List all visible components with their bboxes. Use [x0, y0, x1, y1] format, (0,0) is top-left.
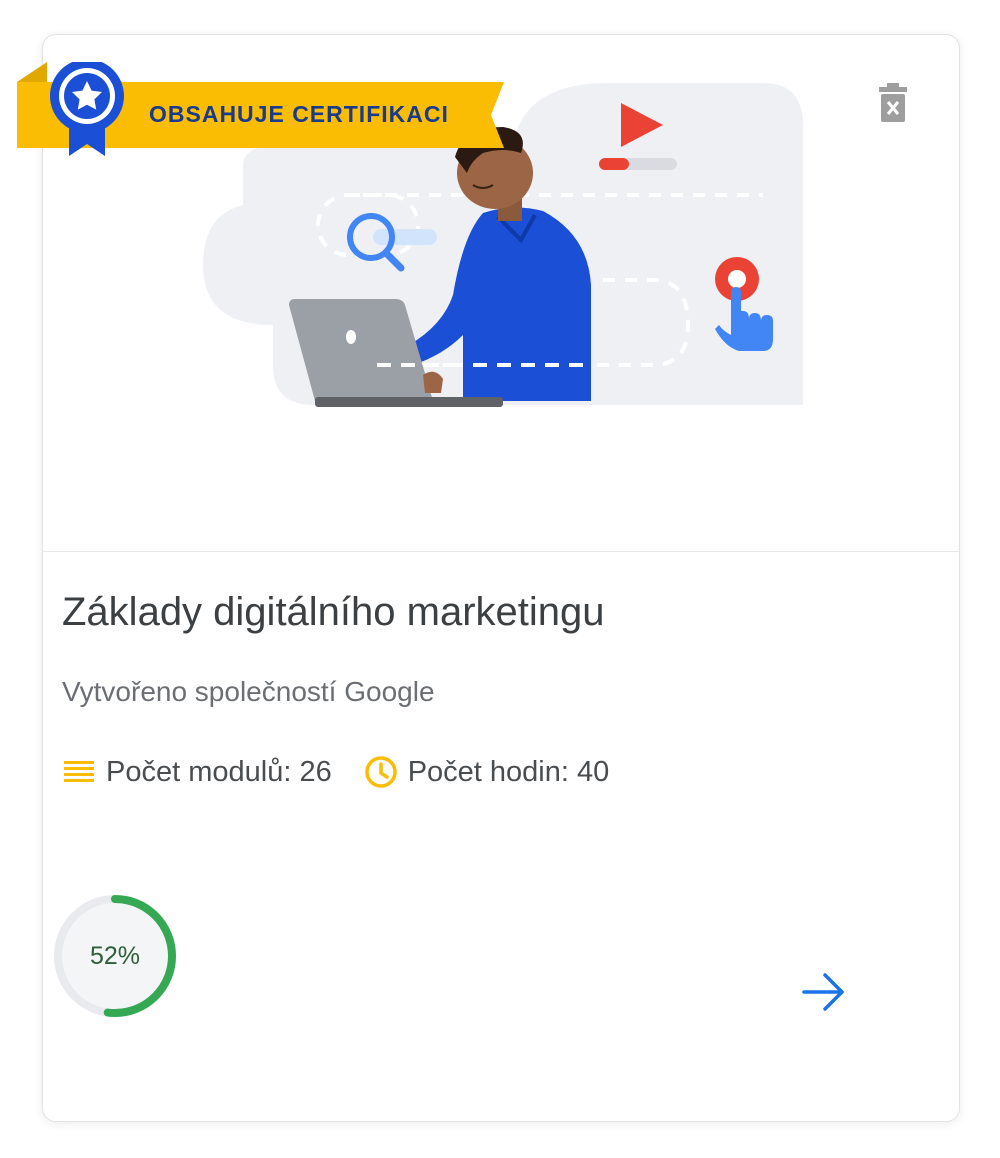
page: OBSAHUJE CERTIFIKACI Základy digitálního…: [0, 0, 1000, 1158]
certification-badge-label: OBSAHUJE CERTIFIKACI: [149, 101, 449, 127]
course-card[interactable]: [42, 34, 960, 1122]
progress-label: 52%: [89, 942, 141, 970]
course-title: Základy digitálního marketingu: [62, 590, 605, 634]
modules-count-label: Počet modulů: 26: [106, 755, 332, 788]
list-icon: [64, 761, 94, 782]
delete-button[interactable]: [875, 83, 911, 125]
hours-count-label: Počet hodin: 40: [407, 755, 610, 788]
modules-count: Počet modulů: 26: [62, 756, 332, 789]
course-meta: Počet modulů: 26 Počet hodin: 40: [62, 752, 609, 792]
clock-icon: [364, 756, 397, 788]
arrow-right-icon: [802, 973, 844, 1011]
card-divider: [43, 551, 959, 552]
progress-ring: 52%: [52, 893, 178, 1019]
course-provider: Vytvořeno společností Google: [62, 676, 435, 707]
hours-count: Počet hodin: 40: [364, 755, 610, 789]
open-course-button[interactable]: [800, 970, 848, 1014]
trash-icon: [879, 83, 907, 122]
certification-badge: OBSAHUJE CERTIFIKACI: [17, 62, 517, 162]
